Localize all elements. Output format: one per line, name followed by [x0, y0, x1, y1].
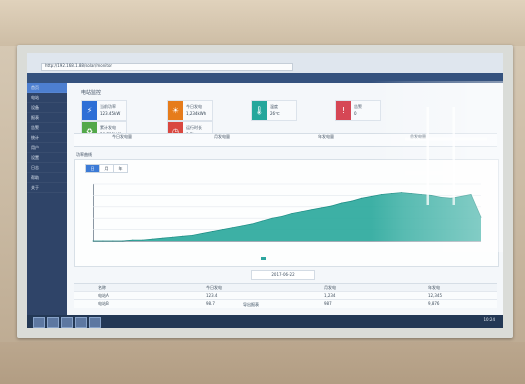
data-point [162, 237, 164, 239]
monitor-bezel: http://192.168.1.88/solar/monitor 首页 电站 … [17, 45, 513, 338]
data-point [241, 225, 243, 227]
page-title: 电站监控 [81, 90, 102, 96]
stat-value: 26℃ [270, 111, 280, 116]
data-point [122, 240, 124, 242]
sidebar-item-devices[interactable]: 设备 [27, 103, 67, 113]
data-point [311, 209, 313, 211]
stat-card-daily-energy: ☀ 今日发电 1,234kWh [167, 100, 213, 121]
sidebar-item-alerts[interactable]: 告警 [27, 123, 67, 133]
data-point [102, 240, 104, 242]
table-cell: 987 [324, 301, 332, 306]
alert-icon: ! [336, 101, 351, 120]
chart-section-title: 功率曲线 [76, 152, 92, 157]
taskbar-app-button[interactable] [75, 317, 87, 328]
summary-middle: 月发电量 [214, 134, 230, 139]
data-point [112, 240, 114, 242]
stat-label: 累计发电 [100, 125, 116, 130]
table-row: 电站B 98.7 987 9,876 [74, 299, 497, 308]
stat-label: 温度 [270, 104, 278, 109]
data-point [201, 232, 203, 234]
stat-value: 123.45kW [100, 111, 121, 116]
window-reflection [405, 107, 487, 205]
table-cell: 9,876 [428, 301, 440, 306]
date-picker[interactable]: 2017-06-22 [251, 270, 315, 280]
stat-label: 运行时长 [186, 125, 202, 130]
sidebar-item-stations[interactable]: 电站 [27, 93, 67, 103]
taskbar: 10:24 [27, 315, 503, 328]
data-point [291, 213, 293, 214]
data-point [92, 240, 94, 242]
summary-right: 年发电量 [318, 134, 334, 139]
data-point [261, 220, 263, 222]
sidebar-item-home[interactable]: 首页 [27, 83, 67, 93]
data-point [152, 238, 154, 240]
summary-left: 今日发电量 [112, 134, 132, 139]
data-point [271, 217, 273, 219]
sidebar-item-logs[interactable]: 日志 [27, 163, 67, 173]
sidebar-item-help[interactable]: 帮助 [27, 173, 67, 183]
stat-card-power: ⚡ 当前功率 123.45kW [81, 100, 127, 121]
stat-card-temperature: 🌡 温度 26℃ [251, 100, 297, 121]
data-point [132, 239, 134, 241]
legend-swatch [261, 256, 266, 260]
sidebar-item-about[interactable]: 关于 [27, 183, 67, 193]
data-point [301, 211, 303, 212]
data-point [221, 229, 223, 231]
address-text: http://192.168.1.88/solar/monitor [45, 63, 113, 68]
stat-label: 当前功率 [100, 104, 116, 109]
sidebar: 首页 电站 设备 报表 告警 统计 用户 设置 日志 帮助 关于 [27, 83, 67, 315]
sidebar-item-settings[interactable]: 设置 [27, 153, 67, 163]
sidebar-item-users[interactable]: 用户 [27, 143, 67, 153]
sidebar-item-statistics[interactable]: 统计 [27, 133, 67, 143]
data-point [142, 239, 144, 241]
stat-label: 今日发电 [186, 104, 202, 109]
export-button[interactable]: 导出报表 [243, 302, 259, 308]
data-point [351, 200, 353, 202]
thermometer-icon: 🌡 [252, 101, 267, 120]
monitor-screen: http://192.168.1.88/solar/monitor 首页 电站 … [27, 53, 503, 328]
sidebar-item-reports[interactable]: 报表 [27, 113, 67, 123]
data-point [321, 207, 323, 209]
taskbar-app-button[interactable] [61, 317, 73, 328]
data-point [281, 215, 283, 217]
data-point [182, 235, 183, 237]
stat-value: 0 [354, 111, 357, 116]
table-cell: 电站B [98, 301, 109, 306]
lightning-icon: ⚡ [82, 101, 97, 120]
stat-value: 1,234kWh [186, 111, 207, 116]
system-clock: 10:24 [483, 317, 495, 322]
taskbar-app-button[interactable] [89, 317, 101, 328]
table-cell: 98.7 [206, 301, 215, 306]
sun-icon: ☀ [168, 101, 183, 120]
data-point [172, 236, 174, 238]
stat-label: 告警 [354, 104, 362, 109]
start-button[interactable] [33, 317, 45, 328]
chart-legend [261, 255, 268, 260]
data-point [361, 197, 363, 199]
data-point [231, 227, 233, 229]
data-point [331, 205, 333, 207]
data-point [192, 234, 193, 236]
taskbar-app-button[interactable] [47, 317, 59, 328]
browser-toolbar: http://192.168.1.88/solar/monitor [27, 53, 503, 73]
data-point [251, 223, 253, 225]
data-point [341, 202, 343, 204]
data-point [211, 231, 213, 232]
